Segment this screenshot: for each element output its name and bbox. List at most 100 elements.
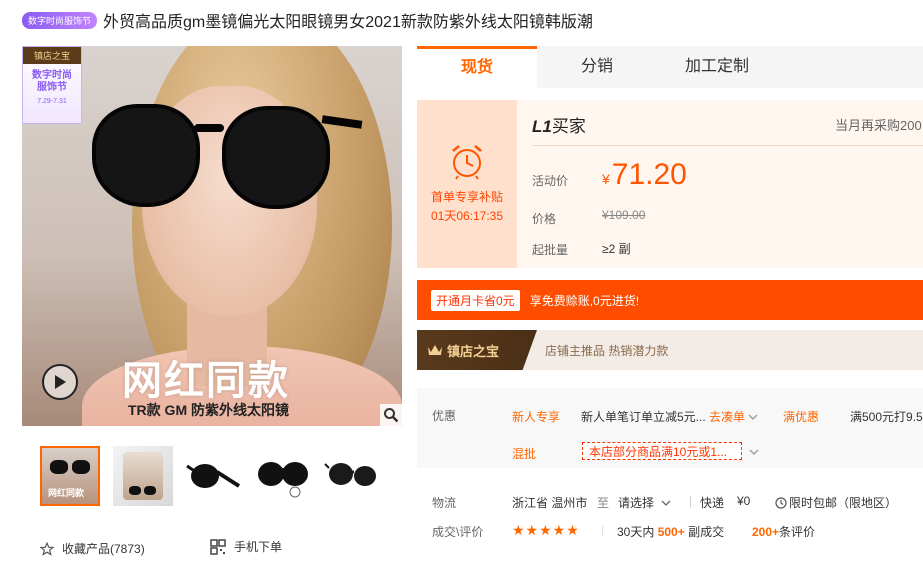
chevron-down-icon[interactable] [749, 448, 759, 456]
membership-desc: 享免费赊账,0元进货! [529, 293, 640, 308]
offer-new-user-text: 新人单笔订单立减5元... [581, 410, 706, 424]
store-treasure-label: 镇店之宝 [447, 343, 500, 359]
first-order-promo: 首单专享补贴 01天06:17:35 [417, 100, 517, 268]
sold-count: 500+ [657, 525, 685, 539]
thumb-lens-right [144, 486, 156, 495]
logistics-to: 至 [597, 496, 610, 510]
repurchase-note[interactable]: 当月再采购200 [835, 115, 922, 134]
offer-bundle-link[interactable]: 去凑单 [709, 408, 758, 425]
logistics-section: 物流 浙江省 温州市 至 请选择 | 快递 ¥0 限时包邮（限地区） 成交\评价… [417, 485, 923, 555]
moq-value: ≥2 副 [602, 242, 631, 256]
collect-product-button[interactable]: 收藏产品(7873) [40, 540, 145, 557]
sunglasses-lens-right [222, 106, 330, 209]
logistics-label: 物流 [432, 496, 457, 510]
store-treasure-badge: 镇店之宝 数字时尚 服饰节 7.29-7.31 [22, 46, 82, 124]
zoom-button[interactable] [380, 404, 402, 426]
qr-code-icon [210, 538, 226, 555]
buyer-level-badge: L1 [532, 117, 552, 136]
store-badge-date: 7.29-7.31 [37, 98, 67, 105]
offer-full-discount-text: 满500元打9.5 [850, 410, 923, 424]
store-badge-line1: 数字时尚 [32, 70, 72, 81]
sunglasses-bridge [194, 124, 224, 132]
logistics-separator: | [689, 494, 693, 508]
promo-label: 首单专享补贴 [430, 190, 503, 204]
tab-in-stock[interactable]: 现货 [417, 46, 537, 91]
activity-price: ¥71.20 [602, 158, 687, 192]
tab-custom-processing[interactable]: 加工定制 [657, 46, 777, 88]
store-treasure-desc: 店铺主推品 热销潜力款 [545, 343, 669, 358]
offers-label: 优惠 [432, 409, 457, 423]
play-icon [55, 375, 66, 389]
chevron-down-icon [661, 500, 671, 506]
thumb-caption: 网红同款 [48, 488, 85, 498]
thumbnail-5[interactable] [323, 446, 383, 506]
destination-select[interactable]: 请选择 [618, 494, 671, 511]
title-row: 数字时尚服饰节 外贸高品质gm墨镜偏光太阳眼镜男女2021新款防紫外线太阳镜韩版… [22, 8, 593, 32]
mobile-label: 手机下单 [234, 540, 283, 554]
thumb-lens-left [129, 486, 141, 495]
product-title: 外贸高品质gm墨镜偏光太阳眼镜男女2021新款防紫外线太阳镜韩版潮 [103, 14, 593, 31]
video-play-button[interactable] [42, 364, 78, 400]
sunglasses-angle-icon [324, 463, 376, 486]
express-label: 快递 [700, 496, 725, 510]
image-caption: TR款 GM 防紫外线太阳镜 [128, 402, 289, 418]
offer-new-user-tag: 新人专享 [512, 410, 561, 424]
rating-stars: ★★★★★ [512, 522, 580, 538]
mobile-order-button[interactable]: 手机下单 [210, 538, 282, 555]
thumbnail-2[interactable] [113, 446, 173, 506]
membership-banner[interactable]: 开通月卡省0元 享免费赊账,0元进货! [417, 280, 923, 320]
price-panel: 首单专享补贴 01天06:17:35 L1买家 当月再采购200 活动价 ¥71… [417, 100, 923, 268]
offer-mixed-tag: 混批 [512, 447, 537, 461]
clock-icon [775, 497, 787, 509]
thumbnail-3[interactable] [183, 446, 243, 506]
store-treasure-tag: 镇店之宝 [417, 330, 537, 370]
festival-badge: 数字时尚服饰节 [22, 11, 98, 29]
review-count: 200+ [752, 525, 780, 539]
crown-icon [428, 345, 442, 355]
sunglasses-front-icon [258, 462, 308, 498]
offer-mixed-text[interactable]: 本店部分商品满10元或1... [582, 442, 742, 460]
thumbnail-4[interactable] [253, 446, 313, 506]
monthly-card-button[interactable]: 开通月卡省0元 [431, 289, 520, 311]
purchase-mode-tabs: 现货 分销 加工定制 [417, 46, 923, 91]
main-product-image[interactable]: 镇店之宝 数字时尚 服饰节 7.29-7.31 网红同款 TR款 GM 防紫外线… [22, 46, 402, 426]
promo-timer: 01天06:17:35 [430, 209, 504, 223]
original-price-value: ¥109.00 [602, 208, 646, 222]
store-treasure-banner: 镇店之宝 店铺主推品 热销潜力款 [417, 330, 923, 370]
tab-distribution[interactable]: 分销 [537, 46, 657, 88]
thumb-lens-left [50, 460, 68, 474]
reviews-separator: | [601, 523, 605, 537]
thumbnail-1[interactable]: 网红同款 [40, 446, 100, 506]
store-badge-line2: 服饰节 [37, 82, 67, 93]
reviews-label: 成交\评价 [432, 525, 484, 539]
limited-free-shipping: 限时包邮（限地区） [775, 494, 897, 511]
thumb-lens-right [72, 460, 90, 474]
activity-price-label: 活动价 [532, 174, 569, 188]
store-badge-title: 镇店之宝 [23, 47, 81, 64]
collect-label: 收藏产品(7873) [62, 542, 145, 556]
alarm-clock-icon [452, 145, 482, 180]
sold-unit: 副成交 [688, 525, 725, 539]
moq-label: 起批量 [532, 243, 569, 257]
sold-days: 30天内 [617, 525, 655, 539]
chevron-down-icon [748, 414, 758, 420]
review-unit: 条评价 [779, 525, 816, 539]
offer-bundle-label: 去凑单 [709, 410, 746, 424]
sunglasses-lens-left [92, 104, 200, 207]
express-fee: ¥0 [737, 494, 751, 508]
currency-symbol: ¥ [602, 171, 610, 187]
buyer-level: L1买家 [532, 112, 586, 137]
review-summary[interactable]: 200+条评价 [752, 523, 815, 540]
offers-section: 优惠 新人专享 新人单笔订单立减5元... 去凑单 满优惠 满500元打9.5 … [417, 388, 923, 468]
store-badge-text: 数字时尚 服饰节 [32, 70, 72, 94]
activity-price-value: 71.20 [611, 158, 687, 191]
buyer-level-text: 买家 [551, 117, 586, 136]
original-price-label: 价格 [532, 212, 557, 226]
image-slogan: 网红同款 [122, 359, 290, 403]
star-outline-icon [40, 541, 54, 556]
offer-full-discount-tag: 满优惠 [783, 410, 820, 424]
price-divider [532, 145, 923, 146]
destination-select-label: 请选择 [618, 496, 655, 510]
magnifier-icon [384, 408, 399, 423]
sold-summary: 30天内 500+ 副成交 [617, 523, 724, 540]
